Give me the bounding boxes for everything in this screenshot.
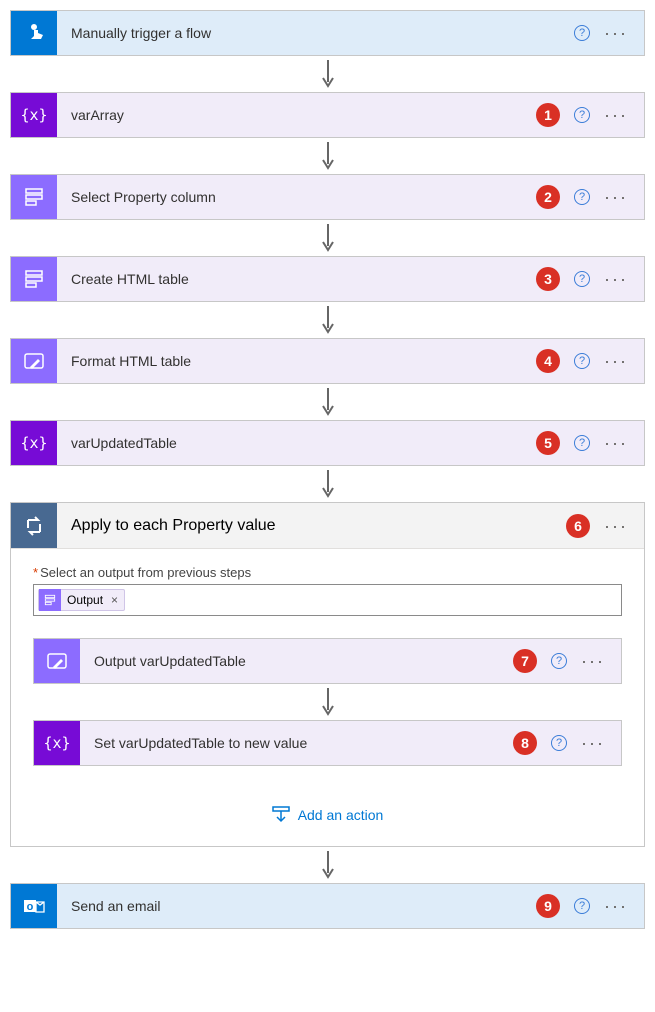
step-title: Manually trigger a flow: [57, 25, 574, 41]
more-menu[interactable]: ···: [604, 897, 628, 915]
more-menu[interactable]: ···: [604, 434, 628, 452]
more-menu[interactable]: ···: [581, 652, 605, 670]
token-label: Output: [67, 593, 103, 607]
step-title: Send an email: [57, 898, 536, 914]
more-menu[interactable]: ···: [604, 188, 628, 206]
loop-icon: [11, 503, 57, 548]
compose-icon: [11, 339, 57, 383]
connector-arrow: [10, 302, 645, 338]
outlook-icon: [11, 884, 57, 928]
more-menu[interactable]: ···: [581, 734, 605, 752]
output-token-field[interactable]: Output ×: [33, 584, 622, 616]
more-menu[interactable]: ···: [604, 352, 628, 370]
table-icon: [11, 257, 57, 301]
annotation-badge: 6: [566, 514, 590, 538]
help-icon[interactable]: ?: [574, 898, 590, 914]
step-format-html-table[interactable]: Format HTML table 4 ? ···: [10, 338, 645, 384]
step-select-property[interactable]: Select Property column 2 ? ···: [10, 174, 645, 220]
help-icon[interactable]: ?: [574, 271, 590, 287]
help-icon[interactable]: ?: [551, 653, 567, 669]
step-title: varUpdatedTable: [57, 435, 536, 451]
connector-arrow: [10, 466, 645, 502]
help-icon[interactable]: ?: [551, 735, 567, 751]
step-title: Format HTML table: [57, 353, 536, 369]
more-menu[interactable]: ···: [604, 517, 628, 535]
add-action-label: Add an action: [298, 807, 384, 823]
variable-icon: [11, 93, 57, 137]
step-title: Apply to each Property value: [57, 517, 566, 535]
select-icon: [11, 175, 57, 219]
step-title: Create HTML table: [57, 271, 536, 287]
more-menu[interactable]: ···: [604, 24, 628, 42]
help-icon[interactable]: ?: [574, 435, 590, 451]
touch-icon: [11, 11, 57, 55]
annotation-badge: 3: [536, 267, 560, 291]
step-output-varupdatedtable[interactable]: Output varUpdatedTable 7 ? ···: [33, 638, 622, 684]
apply-to-each-container: Apply to each Property value 6 ··· *Sele…: [10, 502, 645, 847]
step-title: Select Property column: [57, 189, 536, 205]
help-icon[interactable]: ?: [574, 25, 590, 41]
step-set-varupdatedtable[interactable]: Set varUpdatedTable to new value 8 ? ···: [33, 720, 622, 766]
annotation-badge: 4: [536, 349, 560, 373]
connector-arrow: [10, 220, 645, 256]
more-menu[interactable]: ···: [604, 270, 628, 288]
annotation-badge: 9: [536, 894, 560, 918]
connector-arrow: [33, 684, 622, 720]
annotation-badge: 1: [536, 103, 560, 127]
connector-arrow: [10, 847, 645, 883]
help-icon[interactable]: ?: [574, 107, 590, 123]
token-remove[interactable]: ×: [111, 593, 118, 607]
connector-arrow: [10, 138, 645, 174]
step-title: varArray: [57, 107, 536, 123]
compose-icon: [34, 639, 80, 683]
token-select-icon: [39, 589, 61, 611]
help-icon[interactable]: ?: [574, 353, 590, 369]
annotation-badge: 2: [536, 185, 560, 209]
step-trigger[interactable]: Manually trigger a flow ? ···: [10, 10, 645, 56]
step-vararray[interactable]: varArray 1 ? ···: [10, 92, 645, 138]
output-token[interactable]: Output ×: [38, 589, 125, 611]
connector-arrow: [10, 56, 645, 92]
variable-icon: [34, 721, 80, 765]
connector-arrow: [10, 384, 645, 420]
add-action-icon: [272, 806, 290, 824]
step-title: Output varUpdatedTable: [80, 653, 513, 669]
variable-icon: [11, 421, 57, 465]
step-send-email[interactable]: Send an email 9 ? ···: [10, 883, 645, 929]
annotation-badge: 7: [513, 649, 537, 673]
annotation-badge: 8: [513, 731, 537, 755]
step-varupdatedtable[interactable]: varUpdatedTable 5 ? ···: [10, 420, 645, 466]
annotation-badge: 5: [536, 431, 560, 455]
add-action-button[interactable]: Add an action: [33, 806, 622, 824]
help-icon[interactable]: ?: [574, 189, 590, 205]
apply-to-each-header[interactable]: Apply to each Property value 6 ···: [11, 503, 644, 549]
more-menu[interactable]: ···: [604, 106, 628, 124]
output-field-label: *Select an output from previous steps: [33, 565, 622, 580]
step-create-html-table[interactable]: Create HTML table 3 ? ···: [10, 256, 645, 302]
step-title: Set varUpdatedTable to new value: [80, 735, 513, 751]
